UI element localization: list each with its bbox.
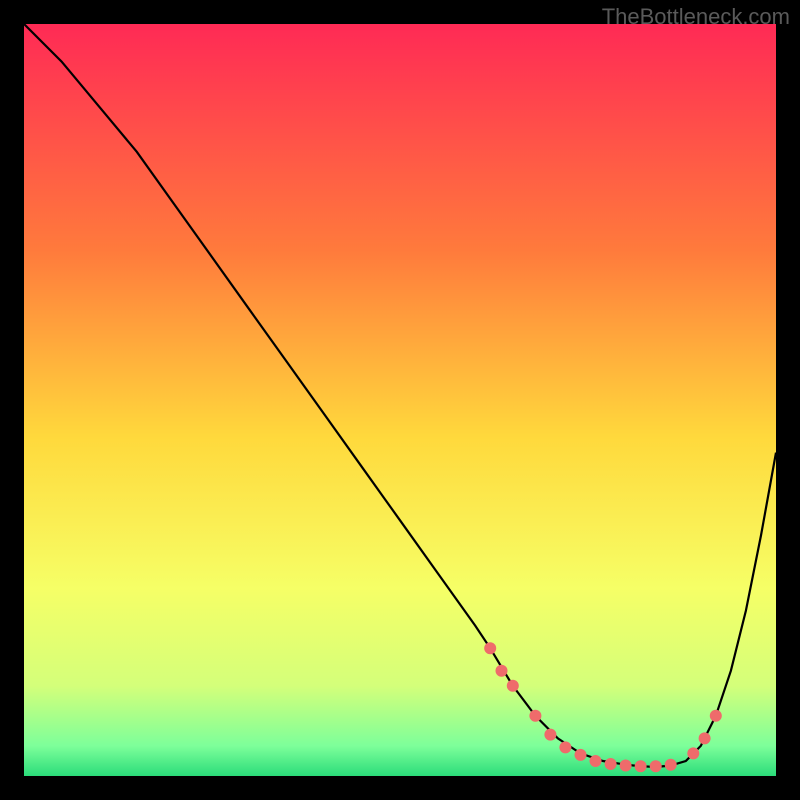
valley-marker: [544, 729, 556, 741]
valley-marker: [559, 741, 571, 753]
valley-marker: [687, 747, 699, 759]
valley-marker: [620, 760, 632, 772]
valley-marker: [529, 710, 541, 722]
valley-marker: [575, 749, 587, 761]
valley-marker: [605, 758, 617, 770]
valley-marker: [590, 755, 602, 767]
chart-canvas: [24, 24, 776, 776]
gradient-background: [24, 24, 776, 776]
valley-marker: [496, 665, 508, 677]
watermark-label: TheBottleneck.com: [602, 4, 790, 30]
valley-marker: [665, 759, 677, 771]
valley-marker: [507, 680, 519, 692]
valley-marker: [635, 760, 647, 772]
valley-marker: [650, 760, 662, 772]
chart-svg: [24, 24, 776, 776]
valley-marker: [484, 642, 496, 654]
valley-marker: [710, 710, 722, 722]
valley-marker: [699, 732, 711, 744]
